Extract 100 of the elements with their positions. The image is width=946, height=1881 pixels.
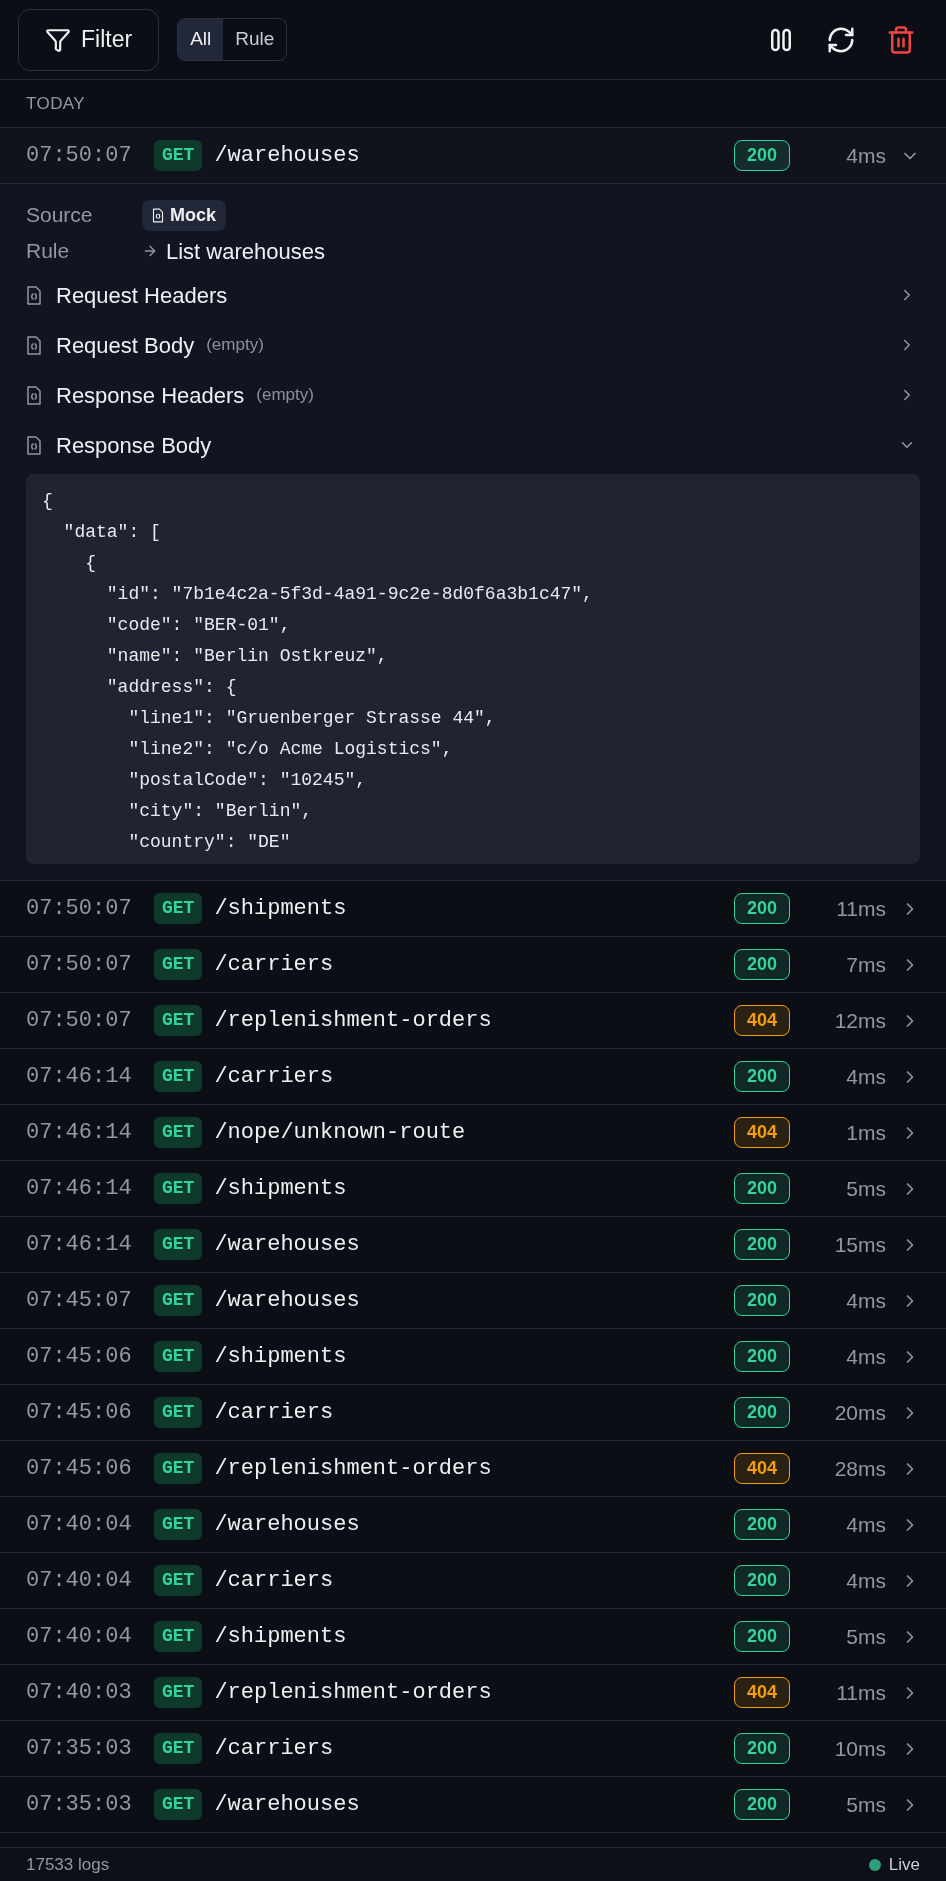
log-path: /shipments <box>214 1623 348 1651</box>
log-path: /warehouses <box>214 1791 361 1819</box>
status-tag: 404 <box>733 1005 790 1036</box>
log-path: /carriers <box>214 1735 335 1763</box>
log-duration: 11ms <box>835 1679 886 1706</box>
method-tag: GET <box>154 893 203 924</box>
filter-icon <box>45 26 71 53</box>
status-tag: 200 <box>733 1229 790 1260</box>
method-tag: GET <box>154 1285 203 1316</box>
log-duration: 5ms <box>845 1623 886 1650</box>
trash-icon <box>886 24 916 55</box>
arrow-right-icon <box>142 243 158 259</box>
status-tag: 200 <box>733 1789 790 1820</box>
log-duration: 5ms <box>845 1175 886 1202</box>
file-icon <box>152 207 164 223</box>
status-tag: 200 <box>733 1509 790 1540</box>
status-tag: 404 <box>733 1117 790 1148</box>
source-tag: Mock <box>142 199 226 231</box>
group-label: TODAY <box>26 92 86 115</box>
segment-tab[interactable]: All <box>178 19 224 60</box>
file-icon <box>26 334 42 356</box>
segment-tab[interactable]: Rule <box>223 19 287 60</box>
empty-note: (empty) <box>256 384 314 407</box>
log-path: /shipments <box>214 1343 348 1371</box>
log-path: /replenishment-orders <box>214 1455 493 1483</box>
log-row[interactable]: 07:50:07 GET /warehouses 200 4ms <box>0 128 946 184</box>
file-icon <box>26 384 42 406</box>
log-time: 07:46:14 <box>26 1119 133 1147</box>
status-tag: 404 <box>733 1453 790 1484</box>
filter-button[interactable]: Filter <box>18 8 160 71</box>
method-tag: GET <box>154 1229 203 1260</box>
section-toggle[interactable]: Request Body (empty) <box>26 320 920 370</box>
section-title: Request Body <box>56 331 195 360</box>
log-duration: 4ms <box>845 1343 886 1370</box>
section-toggle[interactable]: Response Headers (empty) <box>26 370 920 420</box>
rule-label: Rule <box>26 238 71 265</box>
log-time: 07:45:07 <box>26 1287 133 1315</box>
log-path: /nope/unknown-route <box>214 1119 467 1147</box>
method-tag: GET <box>154 949 203 980</box>
section-title: Request Headers <box>56 281 228 310</box>
status-tag: 200 <box>733 1341 790 1372</box>
method-tag: GET <box>154 140 203 171</box>
status-tag: 200 <box>733 1285 790 1316</box>
method-tag: GET <box>154 1733 203 1764</box>
log-path: /warehouses <box>214 1511 361 1539</box>
live-label: Live <box>888 1853 920 1876</box>
log-duration: 4ms <box>845 1287 886 1314</box>
log-path: /replenishment-orders <box>214 1007 493 1035</box>
empty-note: (empty) <box>206 334 264 357</box>
log-duration: 4ms <box>845 1567 886 1594</box>
log-path: /warehouses <box>214 1231 361 1259</box>
log-duration: 28ms <box>833 1455 886 1482</box>
log-path: /carriers <box>214 1567 335 1595</box>
log-time: 07:45:06 <box>26 1399 133 1427</box>
status-tag: 200 <box>733 1733 790 1764</box>
log-path: /shipments <box>214 1175 348 1203</box>
source-label: Source <box>26 202 94 229</box>
log-time: 07:40:04 <box>26 1567 133 1595</box>
log-path: /carriers <box>214 1399 335 1427</box>
log-time: 07:46:14 <box>26 1175 133 1203</box>
section-title: Response Body <box>56 431 212 460</box>
section-toggle[interactable]: Request Headers <box>26 270 920 320</box>
log-time: 07:40:04 <box>26 1511 133 1539</box>
log-time: 07:46:14 <box>26 1231 133 1259</box>
log-duration: 4ms <box>845 1063 886 1090</box>
status-tag: 200 <box>733 893 790 924</box>
log-time: 07:40:04 <box>26 1623 133 1651</box>
section-title: Response Headers <box>56 381 245 410</box>
log-duration: 15ms <box>833 1231 886 1258</box>
status-tag: 200 <box>733 949 790 980</box>
status-tag: 200 <box>733 1565 790 1596</box>
log-count: 17533 logs <box>26 1853 110 1876</box>
method-tag: GET <box>154 1565 203 1596</box>
log-time: 07:50:07 <box>26 1007 133 1035</box>
log-duration: 20ms <box>833 1399 886 1426</box>
log-time: 07:35:03 <box>26 1791 133 1819</box>
status-tag: 200 <box>733 1173 790 1204</box>
method-tag: GET <box>154 1173 203 1204</box>
status-tag: 200 <box>733 1397 790 1428</box>
section-toggle[interactable]: Response Body <box>26 420 920 470</box>
file-icon <box>26 284 42 306</box>
method-tag: GET <box>154 1677 203 1708</box>
log-path: /carriers <box>214 951 335 979</box>
log-duration: 12ms <box>833 1007 886 1034</box>
log-time: 07:45:06 <box>26 1455 133 1483</box>
status-tag: 200 <box>733 140 790 171</box>
status-tag: 404 <box>733 1677 790 1708</box>
log-duration: 1ms <box>845 1119 886 1146</box>
method-tag: GET <box>154 1789 203 1820</box>
log-duration: 7ms <box>845 951 886 978</box>
log-time: 07:45:06 <box>26 1343 133 1371</box>
log-time: 07:46:14 <box>26 1063 133 1091</box>
log-time: 07:50:07 <box>26 142 133 170</box>
method-tag: GET <box>154 1061 203 1092</box>
code-block: { "data": [ { "id": "7b1e4c2a-5f3d-4a91-9c2e-8d0f6a3b1c47", "code": "BER-01", "name": "Berlin Ostkreuz", "address": { "line1": "Gruenberger Strasse 44", "line2": "c/o Acme Logistics", "postalCode": "10245", "city": "Berlin", "country": "DE" <box>26 474 920 864</box>
log-path: /carriers <box>214 1063 335 1091</box>
status-tag: 200 <box>733 1621 790 1652</box>
log-duration: 5ms <box>845 1791 886 1818</box>
method-tag: GET <box>154 1117 203 1148</box>
log-path: /warehouses <box>214 142 361 170</box>
